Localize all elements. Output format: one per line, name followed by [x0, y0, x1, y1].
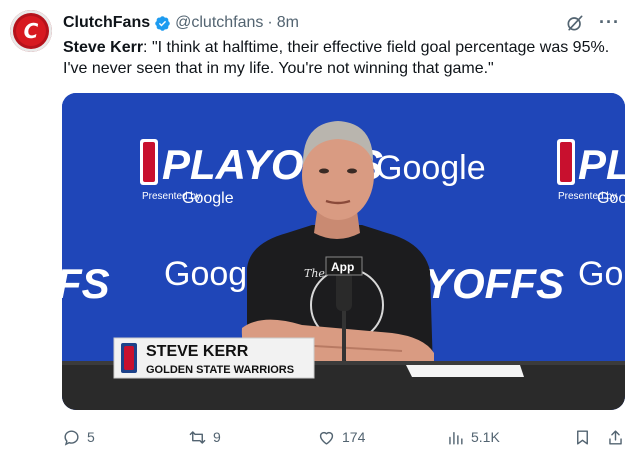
share-button[interactable]: [606, 425, 625, 449]
backdrop-goog-text: Goog: [164, 255, 247, 293]
avatar[interactable]: C: [10, 10, 52, 52]
backdrop-google-small: Google: [182, 190, 234, 207]
repost-icon: [189, 430, 206, 444]
views-button[interactable]: 5.1K: [446, 425, 500, 449]
repost-count: 9: [213, 429, 221, 445]
speaker-right-eye: [347, 168, 357, 174]
tweet-text: Steve Kerr: "I think at halftime, their …: [63, 37, 623, 79]
views-count: 5.1K: [471, 429, 500, 445]
nameplate-name: STEVE KERR: [146, 343, 249, 360]
clutchfans-logo-icon: C: [16, 16, 46, 46]
like-button[interactable]: 174: [317, 425, 365, 449]
author-handle[interactable]: @clutchfans: [175, 14, 263, 32]
reply-button[interactable]: 5: [62, 425, 95, 449]
bookmark-icon: [577, 429, 588, 445]
tweet-text-body: : "I think at halftime, their effective …: [63, 39, 610, 77]
backdrop-goo-right: Goo: [597, 190, 625, 207]
nba-logo-right-red-icon: [560, 142, 572, 182]
press-conference-photo: PLAYOFFS Presented by Google Google PL P…: [62, 93, 625, 410]
tweet-header: ClutchFans @clutchfans · 8m ···: [63, 12, 620, 34]
verified-badge-icon: [155, 15, 170, 31]
backdrop-yoffs-text: YOFFS: [424, 260, 564, 307]
backdrop-playoffs-right: PL: [578, 141, 625, 188]
like-count: 174: [342, 429, 366, 445]
nameplate-nba-logo-red-icon: [124, 346, 134, 370]
speaker-left-eye: [319, 168, 329, 174]
tweet-text-speaker: Steve Kerr: [63, 39, 144, 56]
nameplate-team: GOLDEN STATE WARRIORS: [146, 364, 294, 376]
heart-icon: [319, 431, 334, 445]
reply-count: 5: [87, 429, 95, 445]
backdrop-google-large: Google: [376, 149, 486, 187]
more-options-icon[interactable]: ···: [599, 12, 620, 33]
shirt-logo-text: The: [304, 267, 325, 280]
paper-sheet: [406, 365, 524, 377]
timestamp[interactable]: 8m: [277, 14, 299, 32]
mic-flag-text: App: [331, 260, 354, 274]
nba-logo-red-icon: [143, 142, 155, 182]
tweet-media-image[interactable]: PLAYOFFS Presented by Google Google PL P…: [62, 93, 625, 410]
repost-button[interactable]: 9: [188, 425, 221, 449]
share-icon: [609, 429, 622, 445]
author-name[interactable]: ClutchFans: [63, 14, 150, 32]
separator-dot: ·: [267, 14, 273, 31]
reply-icon: [64, 429, 79, 446]
bookmark-button[interactable]: [573, 425, 592, 449]
views-bar-chart-icon: [449, 431, 463, 445]
grok-icon[interactable]: [565, 13, 585, 33]
tweet-actions: 5 9 174 5.1K: [62, 425, 625, 449]
backdrop-fs-text: FS: [62, 260, 110, 307]
backdrop-go-text: Go: [578, 255, 623, 293]
